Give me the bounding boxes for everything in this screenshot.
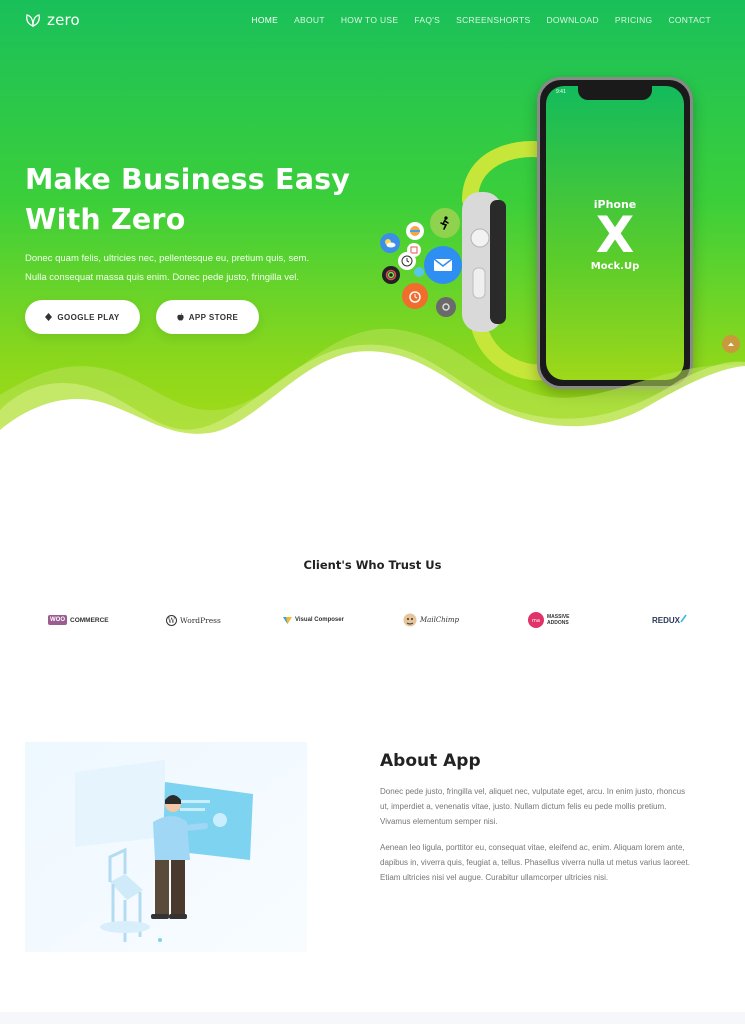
app-store-button[interactable]: APP STORE <box>156 300 259 334</box>
nav-item-home[interactable]: HOME <box>251 15 278 25</box>
client-logo-woocommerce[interactable]: WOO COMMERCE <box>48 611 109 629</box>
about-heading: About App <box>380 751 481 771</box>
about-paragraph-1-line3: Vivamus elementum semper nisi. <box>380 817 498 826</box>
client-logo-redux[interactable]: REDUX <box>652 611 687 629</box>
clock-app-icon <box>398 252 416 270</box>
hero-title: Make Business Easy With Zero <box>25 160 385 240</box>
scroll-to-top-button[interactable] <box>722 335 740 353</box>
nav-item-faqs[interactable]: FAQ'S <box>414 15 440 25</box>
nav-item-download[interactable]: DOWNLOAD <box>546 15 598 25</box>
mailchimp-icon <box>403 613 417 627</box>
phone-status-time: 9:41 <box>556 89 566 95</box>
redux-slash-icon <box>680 614 687 622</box>
maps-app-icon <box>414 267 424 277</box>
svg-text:W: W <box>168 617 176 625</box>
about-paragraph-2-line1: Aenean leo ligula, porttitor eu, consequ… <box>380 843 685 852</box>
about-paragraph-2: Aenean leo ligula, porttitor eu, consequ… <box>380 840 725 885</box>
main-menu: HOME ABOUT HOW TO USE FAQ'S SCREENSHORTS… <box>251 15 711 25</box>
woocommerce-badge: WOO <box>48 615 67 625</box>
wordpress-icon: W <box>166 614 177 626</box>
top-navigation: zero HOME ABOUT HOW TO USE FAQ'S SCREENS… <box>0 0 745 40</box>
hero-title-line1: Make Business Easy <box>25 163 351 196</box>
massive-addons-text: MASSIVE ADDONS <box>547 614 570 626</box>
visual-composer-text: Visual Composer <box>295 617 344 623</box>
hero-description-line1: Donec quam felis, ultricies nec, pellent… <box>25 253 310 264</box>
logo-text: zero <box>47 11 80 29</box>
about-paragraph-2-line2: dapibus in, viverra quis, feugiat a, tel… <box>380 858 690 867</box>
redux-text: REDUX <box>652 615 681 625</box>
nav-item-contact[interactable]: CONTACT <box>668 15 711 25</box>
apple-icon <box>177 313 184 321</box>
phone-model-x: X <box>595 206 635 264</box>
about-paragraph-1: Donec pede justo, fringilla vel, aliquet… <box>380 784 725 829</box>
about-paragraph-2-line3: Etiam ultricies nisi vel augue. Curabitu… <box>380 873 609 882</box>
hero-section: 9:41 iPhone X Mock.Up zero HOME ABOUT HO… <box>0 0 745 450</box>
photos-app-icon <box>406 222 424 240</box>
nav-item-how-to-use[interactable]: HOW TO USE <box>341 15 398 25</box>
fitness-app-icon <box>430 208 460 238</box>
leaf-logo-icon <box>26 14 40 27</box>
hero-description: Donec quam felis, ultricies nec, pellent… <box>25 249 385 287</box>
wordpress-text: WordPress <box>180 615 221 625</box>
visual-composer-icon <box>283 616 292 624</box>
android-icon <box>45 313 53 321</box>
hero-description-line2: Nulla consequat massa quis enim. Donec p… <box>25 272 300 283</box>
client-logo-mailchimp[interactable]: MailChimp <box>403 611 459 629</box>
nav-item-screenshorts[interactable]: SCREENSHORTS <box>456 15 530 25</box>
mail-app-icon <box>424 246 462 284</box>
app-store-label: APP STORE <box>188 312 239 322</box>
client-logo-massive-addons[interactable]: ma MASSIVE ADDONS <box>528 611 570 629</box>
massive-addons-icon: ma <box>528 612 544 628</box>
about-illustration <box>25 742 307 952</box>
google-play-label: GOOGLE PLAY <box>57 312 120 322</box>
client-logo-visual-composer[interactable]: Visual Composer <box>283 611 344 629</box>
client-logo-wordpress[interactable]: W WordPress <box>166 611 221 629</box>
next-section-band <box>0 1012 745 1024</box>
massive-addons-text-line2: ADDONS <box>547 620 569 626</box>
nav-item-pricing[interactable]: PRICING <box>615 15 653 25</box>
mailchimp-text: MailChimp <box>420 616 460 624</box>
woocommerce-text: COMMERCE <box>70 616 109 624</box>
phone-mockup-label: Mock.Up <box>590 261 640 272</box>
google-play-button[interactable]: GOOGLE PLAY <box>25 300 140 334</box>
about-paragraph-1-line2: ut, imperdiet a, venenatis vitae, justo.… <box>380 802 667 811</box>
nav-item-about[interactable]: ABOUT <box>294 15 325 25</box>
landing-page: 9:41 iPhone X Mock.Up zero HOME ABOUT HO… <box>0 0 745 1024</box>
hero-title-line2: With Zero <box>25 203 186 236</box>
phone-notch <box>578 86 652 100</box>
brand-logo[interactable]: zero <box>25 11 80 29</box>
clients-heading: Client's Who Trust Us <box>303 558 442 572</box>
svg-text:ma: ma <box>532 618 540 624</box>
about-paragraph-1-line1: Donec pede justo, fringilla vel, aliquet… <box>380 787 686 796</box>
chevron-up-icon <box>728 342 734 346</box>
